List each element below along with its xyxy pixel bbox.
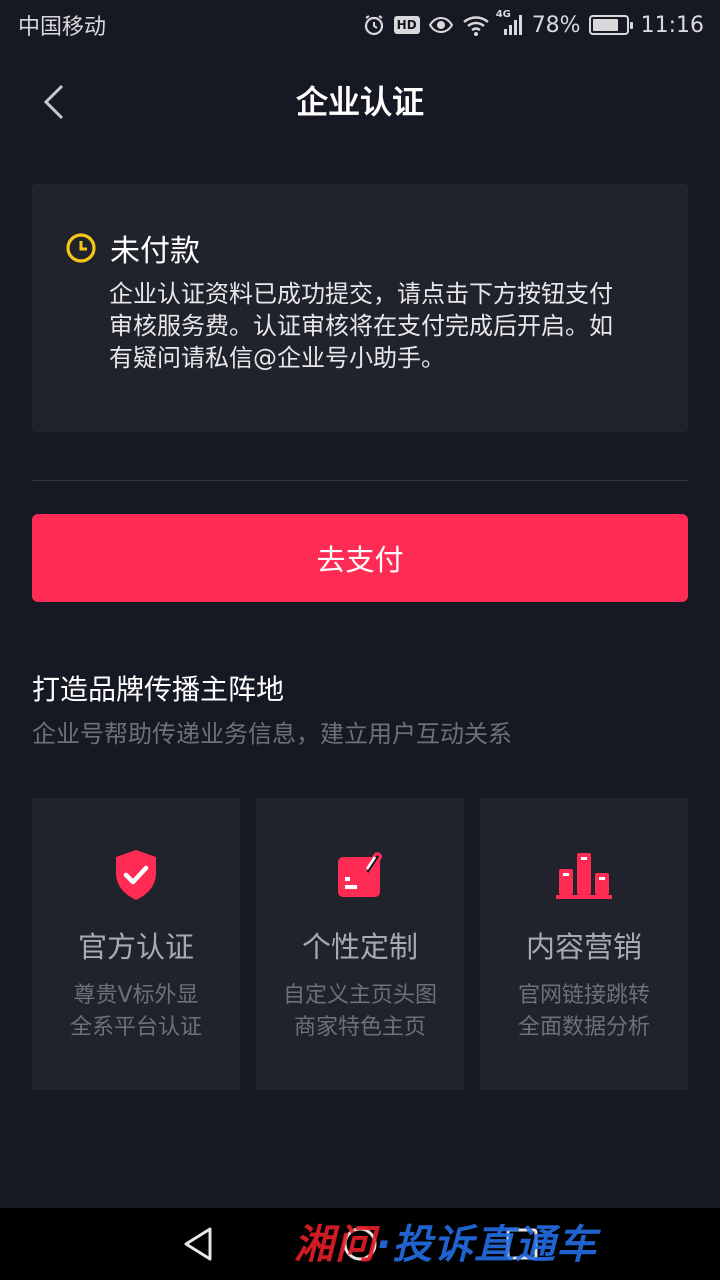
status-description-line: 有疑问请私信@企业号小助手。 [109, 344, 445, 372]
nav-bar: 企业认证 [0, 60, 720, 140]
pay-button[interactable]: 去支付 [32, 514, 688, 602]
clock-icon [66, 233, 96, 263]
feature-card-official-verification: 官方认证 尊贵V标外显 全系平台认证 [32, 798, 240, 1090]
battery-percent: 78% [531, 12, 581, 38]
feature-description-line: 尊贵V标外显 [73, 983, 199, 1008]
network-label: 4G [495, 9, 511, 20]
feature-description: 自定义主页头图 商家特色主页 [283, 980, 437, 1044]
feature-description: 官网链接跳转 全面数据分析 [518, 980, 650, 1044]
status-bar: 中国移动 HD 4G 78% 11:16 [0, 0, 720, 50]
feature-description-line: 官网链接跳转 [517, 983, 650, 1008]
payment-status: 未付款 [110, 234, 200, 269]
status-card: 未付款 企业认证资料已成功提交，请点击下方按钮支付 审核服务费。认证审核将在支付… [32, 184, 688, 432]
feature-card-customization: 个性定制 自定义主页头图 商家特色主页 [256, 798, 464, 1090]
status-description-line: 企业认证资料已成功提交，请点击下方按钮支付 [109, 280, 613, 308]
status-description: 企业认证资料已成功提交，请点击下方按钮支付 审核服务费。认证审核将在支付完成后开… [109, 278, 669, 374]
status-header: 未付款 [64, 226, 200, 270]
battery-fill [592, 19, 618, 31]
back-triangle-icon[interactable] [176, 1222, 220, 1266]
feature-card-content-marketing: 内容营销 官网链接跳转 全面数据分析 [480, 798, 688, 1090]
hd-icon: HD [393, 13, 420, 37]
feature-description-line: 全面数据分析 [517, 1015, 650, 1040]
clock-time: 11:16 [640, 12, 704, 38]
page-title: 企业认证 [295, 83, 424, 121]
custom-card-icon [335, 848, 385, 902]
feature-description-line: 全系平台认证 [69, 1015, 202, 1040]
alarm-icon [362, 13, 386, 37]
status-description-line: 审核服务费。认证审核将在支付完成后开启。如 [109, 312, 613, 340]
carrier-label: 中国移动 [18, 15, 107, 40]
recents-square-icon[interactable] [500, 1222, 544, 1266]
feature-title: 个性定制 [301, 930, 418, 964]
feature-description-line: 商家特色主页 [293, 1015, 426, 1040]
feature-description: 尊贵V标外显 全系平台认证 [70, 980, 202, 1044]
system-nav-bar [0, 1208, 720, 1280]
status-icons: HD 4G 78% 11:16 [362, 9, 704, 38]
signal-icon: 4G [496, 9, 524, 37]
eye-icon [428, 13, 454, 37]
feature-grid: 官方认证 尊贵V标外显 全系平台认证 个性定制 自定义主页头图 商家特色主页 内… [32, 798, 688, 1090]
divider [32, 480, 688, 481]
battery-icon [588, 15, 633, 35]
promo-title: 打造品牌传播主阵地 [32, 673, 285, 706]
wifi-icon [462, 13, 490, 37]
home-circle-icon[interactable] [338, 1222, 382, 1266]
shield-check-icon [113, 848, 159, 902]
bar-chart-icon [556, 848, 612, 902]
feature-description-line: 自定义主页头图 [282, 983, 437, 1008]
feature-title: 内容营销 [525, 930, 642, 964]
promo-subtitle: 企业号帮助传递业务信息，建立用户互动关系 [32, 720, 512, 748]
feature-title: 官方认证 [77, 930, 194, 964]
back-button[interactable] [30, 78, 78, 126]
chevron-left-icon [43, 84, 64, 120]
